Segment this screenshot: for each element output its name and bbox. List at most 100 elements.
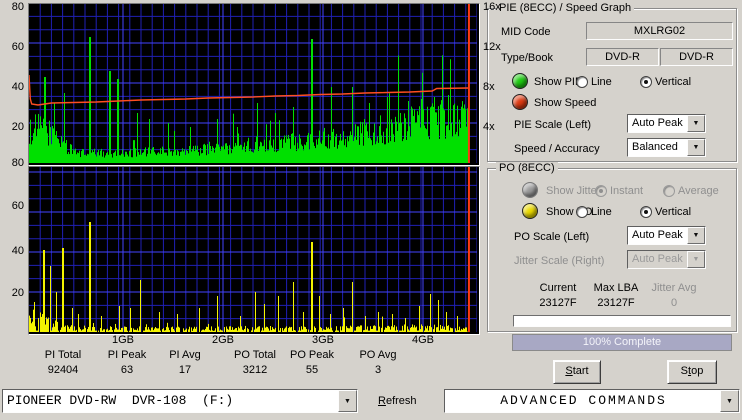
pie-y-axis-tick: 80 — [11, 1, 24, 13]
po-y-axis-tick: 60 — [11, 200, 24, 212]
po-vertical-label: Vertical — [655, 206, 692, 218]
x-axis-tick: 3GB — [311, 334, 334, 346]
start-button[interactable]: Start — [553, 360, 601, 384]
show-pie-led-button[interactable] — [512, 73, 528, 89]
stat-po-avg-label: PO Avg — [359, 349, 397, 361]
stat-pi-total-label: PI Total — [44, 349, 82, 361]
speed-y-axis-tick: 12x — [483, 41, 501, 53]
stat-po-avg-value: 3 — [374, 364, 382, 376]
stat-po-peak-label: PO Peak — [289, 349, 335, 361]
speed-y-axis-tick: 4x — [483, 121, 495, 133]
po-y-axis-tick: 80 — [11, 157, 24, 169]
current-value: 23127F — [539, 297, 577, 309]
show-po-led-button[interactable] — [522, 203, 538, 219]
mid-code-value: MXLRG02 — [586, 22, 733, 40]
advanced-commands-select[interactable]: ADVANCED COMMANDS ▼ — [444, 389, 740, 413]
stat-po-peak-value: 55 — [305, 364, 319, 376]
max-lba-value: 23127F — [597, 297, 635, 309]
drive-select[interactable]: PIONEER DVD-RW DVR-108 (F:) ▼ — [2, 389, 358, 413]
disc-quality-scan-window: PIE (8ECC) / Speed Graph MID Code MXLRG0… — [0, 0, 742, 420]
stat-pi-peak: PI Peak 63 — [95, 349, 159, 376]
po-chart — [28, 166, 480, 335]
speed-accuracy-label: Speed / Accuracy — [514, 143, 600, 155]
stat-po-avg: PO Avg 3 — [346, 349, 410, 376]
stat-pi-avg-value: 17 — [178, 364, 192, 376]
refresh-button[interactable]: Refresh — [378, 395, 417, 407]
dropdown-arrow-icon[interactable]: ▼ — [687, 115, 705, 132]
jitter-average-radio — [663, 185, 675, 197]
x-axis-tick: 4GB — [411, 334, 434, 346]
speed-y-axis-tick: 16x — [483, 1, 501, 13]
stat-pi-avg: PI Avg 17 — [153, 349, 217, 376]
drive-select-value: PIONEER DVD-RW DVR-108 (F:) — [7, 393, 234, 408]
po-y-axis-tick: 40 — [11, 245, 24, 257]
pie-line-label: Line — [591, 76, 612, 88]
pie-group-title: PIE (8ECC) / Speed Graph — [496, 2, 635, 14]
pie-vertical-label: Vertical — [655, 76, 692, 88]
type-value: DVD-R — [586, 48, 659, 66]
jitter-instant-label: Instant — [610, 185, 644, 197]
po-scale-label: PO Scale (Left) — [514, 231, 590, 243]
progress-label: 100% Complete — [582, 336, 662, 348]
stat-pi-avg-label: PI Avg — [169, 349, 201, 361]
speed-accuracy-select[interactable]: Balanced ▼ — [627, 138, 706, 157]
stat-po-total-value: 3212 — [242, 364, 268, 376]
dropdown-arrow-icon: ▼ — [687, 251, 705, 268]
pie-vertical-radio[interactable] — [640, 76, 652, 88]
pie-speed-group: PIE (8ECC) / Speed Graph MID Code MXLRG0… — [487, 2, 737, 162]
stat-po-total-label: PO Total — [234, 349, 276, 361]
stat-pi-total-value: 92404 — [47, 364, 79, 376]
progress-bar: 100% Complete — [512, 334, 732, 351]
po-group: PO (8ECC) Show Jitter Instant Average Sh… — [487, 162, 737, 332]
dropdown-arrow-icon[interactable]: ▼ — [687, 139, 705, 156]
dropdown-arrow-icon[interactable]: ▼ — [338, 390, 357, 412]
po-chart-plot — [29, 167, 477, 332]
jitter-scale-label: Jitter Scale (Right) — [514, 255, 605, 267]
jitter-avg-value: 0 — [670, 297, 678, 309]
show-speed-label: Show Speed — [534, 97, 597, 109]
stat-pi-peak-label: PI Peak — [107, 349, 147, 361]
stat-pi-total: PI Total 92404 — [31, 349, 95, 376]
show-jitter-label: Show Jitter — [546, 185, 601, 197]
pie-y-axis-tick: 60 — [11, 41, 24, 53]
jitter-scale-value: Auto Peak — [632, 253, 683, 265]
stat-po-peak: PO Peak 55 — [280, 349, 344, 376]
po-y-axis-tick: 20 — [11, 287, 24, 299]
x-axis-tick: 1GB — [111, 334, 134, 346]
stat-po-total: PO Total 3212 — [223, 349, 287, 376]
pie-scale-label: PIE Scale (Left) — [514, 119, 592, 131]
pie-scale-select[interactable]: Auto Peak ▼ — [627, 114, 706, 133]
po-scale-select[interactable]: Auto Peak ▼ — [627, 226, 706, 245]
po-line-label: Line — [591, 206, 612, 218]
current-label: Current — [539, 282, 577, 294]
po-vertical-radio[interactable] — [640, 206, 652, 218]
pie-y-axis-tick: 40 — [11, 81, 24, 93]
jitter-average-label: Average — [678, 185, 719, 197]
x-axis-tick: 2GB — [211, 334, 234, 346]
type-book-label: Type/Book — [501, 52, 553, 64]
status-field — [513, 315, 731, 327]
pie-line-radio[interactable] — [576, 76, 588, 88]
show-speed-led-button[interactable] — [512, 94, 528, 110]
pie-speed-chart — [28, 3, 480, 166]
advanced-commands-value: ADVANCED COMMANDS — [500, 393, 667, 408]
max-lba-label: Max LBA — [593, 282, 639, 294]
show-jitter-led-button — [522, 182, 538, 198]
jitter-avg-label: Jitter Avg — [651, 282, 697, 294]
pie-chart-plot — [29, 4, 477, 163]
mid-code-label: MID Code — [501, 26, 551, 38]
pie-y-axis-tick: 20 — [11, 121, 24, 133]
po-scale-value: Auto Peak — [632, 229, 683, 241]
dropdown-arrow-icon[interactable]: ▼ — [720, 390, 739, 412]
jitter-instant-radio — [595, 185, 607, 197]
po-group-title: PO (8ECC) — [496, 162, 558, 174]
pie-scale-value: Auto Peak — [632, 117, 683, 129]
po-line-radio[interactable] — [576, 206, 588, 218]
book-value: DVD-R — [660, 48, 733, 66]
stat-pi-peak-value: 63 — [120, 364, 134, 376]
stop-button[interactable]: Stop — [667, 360, 717, 384]
jitter-scale-select: Auto Peak ▼ — [627, 250, 706, 269]
speed-accuracy-value: Balanced — [632, 141, 678, 153]
speed-y-axis-tick: 8x — [483, 81, 495, 93]
dropdown-arrow-icon[interactable]: ▼ — [687, 227, 705, 244]
